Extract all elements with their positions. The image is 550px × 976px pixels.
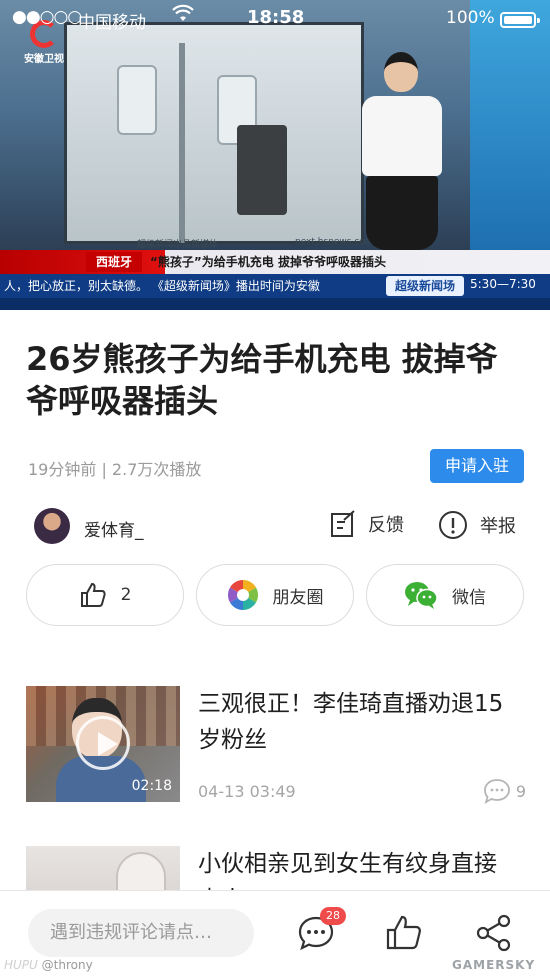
related-comments: 9 xyxy=(482,778,526,804)
hupu-brand: HUPU xyxy=(4,958,38,972)
play-icon xyxy=(76,716,130,770)
video-duration: 02:18 xyxy=(131,778,172,794)
ticker-logo: 超级新闻场 xyxy=(386,276,464,296)
comment-count: 9 xyxy=(515,781,526,801)
hupu-user: @throny xyxy=(41,958,93,972)
signal-icon: ●●○○○ xyxy=(12,7,82,27)
news-presenter xyxy=(356,52,446,250)
video-studio-screen: 超级新闻出品新媒体 next.hsnews.com xyxy=(64,22,374,250)
report-label: 举报 xyxy=(480,516,516,537)
like-bottom-button[interactable] xyxy=(384,913,424,953)
studio-panel xyxy=(470,0,550,250)
thumbs-up-icon xyxy=(386,915,421,950)
ticker-time: 5:30—7:30 xyxy=(470,277,536,291)
like-button[interactable]: 2 xyxy=(26,564,184,626)
report-icon xyxy=(439,511,467,539)
battery-icon xyxy=(500,12,540,28)
iv-pole xyxy=(179,43,185,243)
related-item[interactable]: 小伙相亲见到女生有纹身直接走人 xyxy=(26,846,526,890)
article-meta: 19分钟前 | 2.7万次播放 xyxy=(28,460,202,479)
feedback-label: 反馈 xyxy=(368,515,404,536)
article-title: 26岁熊孩子为给手机充电 拔掉爷爷呼吸器插头 xyxy=(26,340,498,420)
moments-icon xyxy=(227,580,258,610)
medical-device xyxy=(237,125,287,215)
report-button[interactable]: 举报 xyxy=(438,510,516,540)
related-time: 04-13 03:49 xyxy=(198,782,296,801)
video-headline: “熊孩子”为给手机充电 拔掉爷爷呼吸器插头 xyxy=(150,255,386,269)
video-bottom-edge xyxy=(0,298,550,310)
share-button[interactable] xyxy=(474,913,514,953)
status-time: 18:58 xyxy=(247,7,305,28)
feedback-button[interactable]: 反馈 xyxy=(330,510,404,538)
hupu-watermark: HUPU @throny xyxy=(4,958,93,972)
related-item[interactable]: 02:18 三观很正！李佳琦直播劝退15岁粉丝 04-13 03:49 9 xyxy=(26,686,526,806)
moments-label: 朋友圈 xyxy=(272,587,324,608)
lower-third: 西班牙 “熊孩子”为给手机充电 拔掉爷爷呼吸器插头 xyxy=(0,250,550,274)
video-player[interactable]: 超级新闻出品新媒体 next.hsnews.com 安徽卫视 西班牙 “熊孩子”… xyxy=(0,0,550,310)
screen-caption: 超级新闻出品新媒体 xyxy=(137,240,219,250)
related-thumbnail: 02:18 xyxy=(26,686,180,802)
related-title: 小伙相亲见到女生有纹身直接走人 xyxy=(198,851,497,890)
battery-percent: 100% xyxy=(446,8,495,28)
wechat-icon xyxy=(405,582,438,609)
share-icon xyxy=(476,914,511,952)
author-avatar[interactable] xyxy=(34,508,70,544)
comment-icon xyxy=(483,779,510,804)
apply-join-button[interactable]: 申请入驻 xyxy=(430,449,524,483)
status-bar: ●●○○○ 中国移动 18:58 100% xyxy=(0,0,550,36)
thumbs-up-icon xyxy=(80,582,106,607)
channel-logo-text: 安徽卫视 xyxy=(24,54,64,65)
iv-bag xyxy=(117,65,157,135)
share-wechat-button[interactable]: 微信 xyxy=(366,564,524,626)
comment-input[interactable]: 遇到违规评论请点… xyxy=(28,909,254,957)
gamersky-watermark: GAMERSKY xyxy=(452,958,536,972)
like-count: 2 xyxy=(120,585,132,605)
ticker-text: 人，把心放正，别太缺德。 《超级新闻场》播出时间为安徽 xyxy=(4,279,320,293)
region-tag: 西班牙 xyxy=(86,252,142,272)
related-thumbnail xyxy=(26,846,180,890)
related-title: 三观很正！李佳琦直播劝退15岁粉丝 xyxy=(198,691,504,753)
comments-button[interactable]: 28 xyxy=(296,907,346,953)
carrier-name: 中国移动 xyxy=(78,13,146,33)
comment-badge: 28 xyxy=(320,907,346,925)
wechat-label: 微信 xyxy=(452,587,486,608)
share-moments-button[interactable]: 朋友圈 xyxy=(196,564,354,626)
wifi-icon xyxy=(172,4,194,29)
author-name[interactable]: 爱体育_ xyxy=(84,516,144,541)
feedback-icon xyxy=(331,510,355,537)
news-ticker: 人，把心放正，别太缺德。 《超级新闻场》播出时间为安徽 超级新闻场 5:30—7… xyxy=(0,274,550,298)
